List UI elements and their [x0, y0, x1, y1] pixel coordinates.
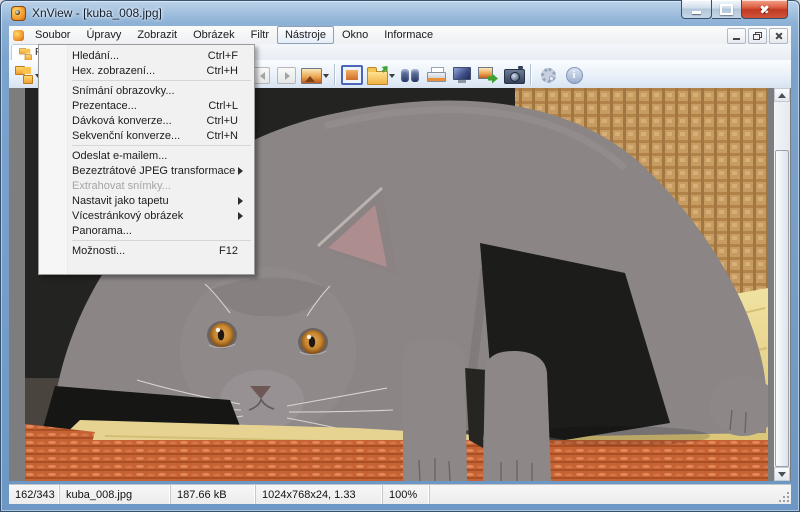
menu-shortcut: Ctrl+U — [207, 115, 238, 127]
vertical-scrollbar[interactable] — [774, 88, 790, 481]
menu-item-moznosti[interactable]: Možnosti...F12 — [39, 243, 254, 258]
mdi-close-button[interactable] — [769, 28, 788, 44]
menubar-item-informace[interactable]: Informace — [376, 26, 441, 44]
about-icon — [566, 67, 583, 84]
settings-button[interactable] — [535, 62, 561, 86]
menu-separator — [72, 80, 251, 81]
print-button[interactable] — [423, 62, 449, 86]
menu-item-sekvencni-konverze[interactable]: Sekvenční konverze...Ctrl+N — [39, 128, 254, 143]
menubar-item-filtr[interactable]: Filtr — [243, 26, 277, 44]
next-page-button — [273, 62, 299, 86]
mdi-restore-button[interactable] — [748, 28, 767, 44]
window-title: XnView - [kuba_008.jpg] — [32, 6, 162, 20]
toolbar-separator — [334, 64, 336, 85]
menu-item-bezeztratove-jpeg-transformace[interactable]: Bezeztrátové JPEG transformace — [39, 163, 254, 178]
close-button[interactable] — [741, 0, 788, 19]
menu-item-hex-zobrazeni[interactable]: Hex. zobrazení...Ctrl+H — [39, 63, 254, 78]
menu-item-extrahovat-snimky: Extrahovat snímky... — [39, 178, 254, 193]
scroll-down-button[interactable] — [774, 467, 790, 481]
submenu-arrow-icon — [238, 212, 247, 220]
xnview-logo-icon — [11, 6, 26, 21]
dropdown-caret-icon — [323, 74, 329, 81]
slideshow-button[interactable] — [299, 62, 331, 86]
display-button[interactable] — [449, 62, 475, 86]
print-icon — [427, 67, 446, 84]
menu-item-odeslat-e-mailem[interactable]: Odeslat e-mailem... — [39, 148, 254, 163]
resize-grip[interactable] — [777, 490, 789, 502]
toolbar-separator — [530, 64, 532, 85]
mdi-minimize-button[interactable] — [727, 28, 746, 44]
menu-item-snimani-obrazovky[interactable]: Snímání obrazovky... — [39, 83, 254, 98]
menubar-item-zobrazit[interactable]: Zobrazit — [129, 26, 185, 44]
tools-menu-popup: Hledání...Ctrl+FHex. zobrazení...Ctrl+H S… — [38, 44, 255, 275]
scrollbar-thumb[interactable] — [775, 150, 789, 467]
convert-icon — [478, 67, 498, 84]
menu-shortcut: Ctrl+F — [208, 50, 238, 62]
status-field-1: kuba_008.jpg — [60, 485, 171, 504]
display-icon — [453, 67, 471, 83]
menubar-item-soubor[interactable]: Soubor — [27, 26, 78, 44]
open-button[interactable] — [365, 62, 397, 86]
menubar: SouborÚpravyZobrazitObrázekFiltrNástroje… — [9, 26, 791, 44]
menu-item-panorama[interactable]: Panorama... — [39, 223, 254, 238]
browser-tree-icon — [18, 47, 29, 58]
mdi-close-icon — [775, 32, 783, 40]
menubar-item-obrazek[interactable]: Obrázek — [185, 26, 243, 44]
menubar-item-okno[interactable]: Okno — [334, 26, 376, 44]
mdi-window-buttons — [727, 28, 788, 44]
statusbar: 162/343kuba_008.jpg187.66 kB1024x768x24,… — [9, 484, 791, 504]
fullscreen-icon — [341, 65, 363, 85]
scroll-down-arrow-icon — [778, 472, 786, 481]
status-field-2: 187.66 kB — [171, 485, 256, 504]
status-field-4: 100% — [383, 485, 430, 504]
menu-item-nastavit-jako-tapetu[interactable]: Nastavit jako tapetu — [39, 193, 254, 208]
scroll-up-button[interactable] — [774, 88, 790, 102]
capture-button[interactable] — [501, 62, 527, 86]
submenu-arrow-icon — [238, 197, 247, 205]
slideshow-icon — [301, 68, 322, 84]
maximize-button[interactable] — [712, 0, 741, 19]
open-icon — [367, 71, 388, 85]
menu-shortcut: F12 — [219, 245, 238, 257]
menu-shortcut: Ctrl+H — [207, 65, 238, 77]
minimize-icon — [692, 11, 701, 14]
menu-item-davkova-konverze[interactable]: Dávková konverze...Ctrl+U — [39, 113, 254, 128]
mdi-restore-icon — [753, 32, 762, 40]
dropdown-caret-icon — [389, 74, 395, 81]
caption-buttons — [681, 0, 788, 19]
maximize-icon — [720, 4, 733, 15]
submenu-arrow-icon — [238, 167, 247, 175]
menu-item-vicestrankovy-obrazek[interactable]: Vícestránkový obrázek — [39, 208, 254, 223]
browser-icon — [14, 65, 34, 84]
settings-icon — [541, 68, 556, 83]
menu-item-prezentace[interactable]: Prezentace...Ctrl+L — [39, 98, 254, 113]
menu-shortcut: Ctrl+N — [207, 130, 238, 142]
menu-shortcut: Ctrl+L — [208, 100, 238, 112]
menu-separator — [72, 240, 251, 241]
menu-separator — [72, 145, 251, 146]
fullscreen-button[interactable] — [339, 62, 365, 86]
titlebar[interactable]: XnView - [kuba_008.jpg] — [0, 0, 800, 26]
mdi-minimize-icon — [733, 38, 740, 40]
menubar-item-upravy[interactable]: Úpravy — [78, 26, 129, 44]
menu-item-hledani[interactable]: Hledání...Ctrl+F — [39, 48, 254, 63]
scroll-up-arrow-icon — [778, 89, 786, 98]
minimize-button[interactable] — [681, 0, 712, 19]
convert-button[interactable] — [475, 62, 501, 86]
next-page-icon — [277, 67, 296, 84]
status-field-3: 1024x768x24, 1.33 — [256, 485, 383, 504]
about-button[interactable] — [561, 62, 587, 86]
xnview-window: XnView - [kuba_008.jpg] SouborÚpravyZobr… — [0, 0, 800, 512]
menubar-item-nastroje[interactable]: Nástroje — [277, 26, 334, 44]
close-icon — [759, 4, 770, 15]
capture-icon — [504, 69, 525, 84]
search-button[interactable] — [397, 62, 423, 86]
status-field-0: 162/343 — [9, 485, 60, 504]
search-icon — [400, 68, 420, 83]
mdi-document-icon — [13, 30, 24, 41]
